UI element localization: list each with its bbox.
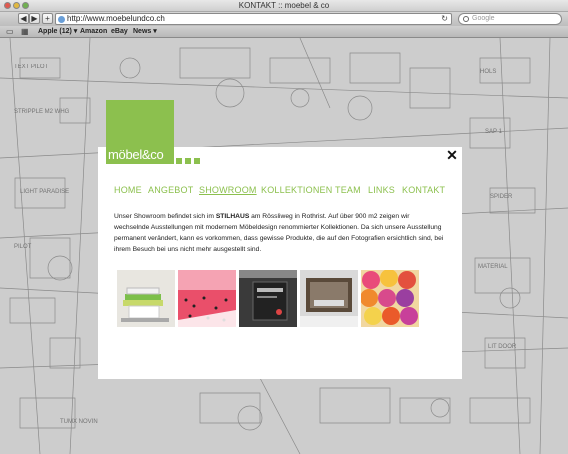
forward-button[interactable]: ▶ <box>29 13 40 24</box>
window-title: KONTAKT :: moebel & co <box>238 1 330 10</box>
svg-text:STRIPPLE M2 WHG: STRIPPLE M2 WHG <box>14 109 70 115</box>
nav-team[interactable]: TEAM <box>335 184 361 196</box>
svg-text:PILOT: PILOT <box>14 244 32 250</box>
logo-text: möbel&co <box>108 147 164 162</box>
svg-text:TUMX NOVIN: TUMX NOVIN <box>60 419 98 425</box>
description-part: Unser Showroom befindet sich im <box>114 213 216 220</box>
page-content: TEXT PILOT STRIPPLE M2 WHG LIGHT PARADISE… <box>0 38 568 454</box>
svg-text:LIT DOOR: LIT DOOR <box>488 344 517 350</box>
svg-text:LIGHT PARADISE: LIGHT PARADISE <box>20 189 69 195</box>
back-button[interactable]: ◀ <box>18 13 29 24</box>
showroom-photo-2[interactable] <box>178 270 236 327</box>
search-icon <box>463 16 469 22</box>
nav-angebot[interactable]: ANGEBOT <box>148 184 193 196</box>
search-input[interactable]: Google <box>458 13 562 25</box>
search-placeholder: Google <box>472 15 495 22</box>
bookmark-amazon[interactable]: Amazon <box>80 26 107 38</box>
content-panel <box>98 147 462 379</box>
showroom-photo-1[interactable] <box>117 270 175 327</box>
book-icon[interactable]: ▭ <box>6 28 14 36</box>
svg-text:TEXT PILOT: TEXT PILOT <box>14 64 49 70</box>
nav-links[interactable]: LINKS <box>368 184 395 196</box>
window-titlebar: KONTAKT :: moebel & co <box>0 0 568 12</box>
browser-toolbar: ◀ ▶ + http://www.moebelundco.ch ↻ Google <box>0 12 568 26</box>
url-text[interactable]: http://www.moebelundco.ch <box>67 14 165 24</box>
logo-dot <box>185 158 191 164</box>
logo-dot <box>194 158 200 164</box>
showroom-photo-5[interactable] <box>361 270 419 327</box>
grid-icon[interactable]: ▦ <box>21 28 29 36</box>
description-highlight: STILHAUS <box>215 213 250 220</box>
svg-text:MATERIAL: MATERIAL <box>478 264 508 270</box>
svg-text:HOLS: HOLS <box>480 69 496 75</box>
showroom-photo-4[interactable] <box>300 270 358 327</box>
nav-kontakt[interactable]: KONTAKT <box>402 184 445 196</box>
site-favicon-icon <box>58 16 65 23</box>
reload-icon[interactable]: ↻ <box>441 14 448 24</box>
logo[interactable]: möbel&co <box>106 100 174 164</box>
nav-kollektionen[interactable]: KOLLEKTIONEN <box>261 184 332 196</box>
nav-showroom[interactable]: SHOWROOM <box>199 184 257 196</box>
logo-dot <box>176 158 182 164</box>
close-icon[interactable]: ✕ <box>446 148 458 162</box>
bookmark-news[interactable]: News ▾ <box>133 26 157 38</box>
svg-text:SPIDER: SPIDER <box>490 194 513 200</box>
bookmarks-bar: ▭ ▦ Apple (12) ▾ Amazon eBay News ▾ <box>0 26 568 38</box>
address-bar[interactable]: http://www.moebelundco.ch ↻ <box>55 13 452 25</box>
bookmark-apple[interactable]: Apple (12) ▾ <box>38 26 77 38</box>
svg-text:SAP 1: SAP 1 <box>485 129 503 135</box>
add-bookmark-button[interactable]: + <box>42 13 53 24</box>
bookmark-ebay[interactable]: eBay <box>111 26 128 38</box>
showroom-photo-3[interactable] <box>239 270 297 327</box>
showroom-description: Unser Showroom befindet sich im STILHAUS… <box>114 211 446 255</box>
nav-home[interactable]: HOME <box>114 184 142 196</box>
